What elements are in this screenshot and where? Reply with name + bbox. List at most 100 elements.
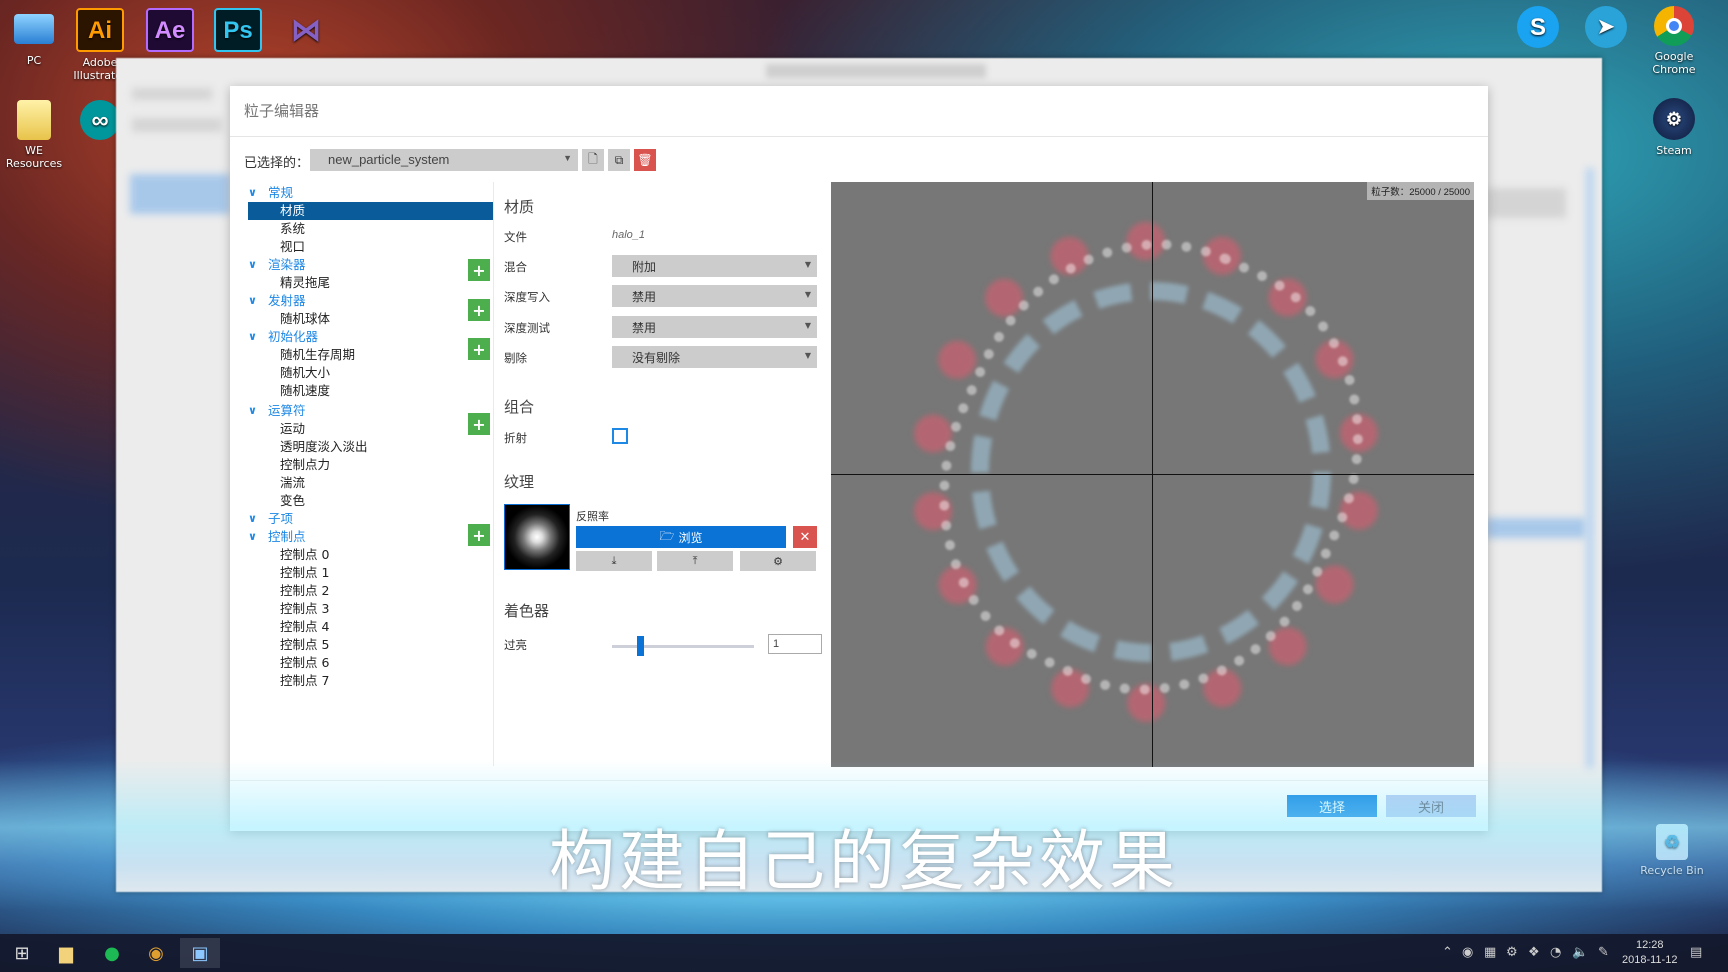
tree-item-random-size[interactable]: 随机大小: [248, 364, 493, 382]
desktop-icon-visualstudio[interactable]: ⋈: [268, 8, 344, 56]
chevron-down-icon: ▼: [563, 153, 572, 163]
tree-item-material[interactable]: 材质: [248, 202, 493, 220]
clear-texture-button[interactable]: ✕: [793, 526, 817, 548]
tree-item-random-sphere[interactable]: 随机球体: [248, 310, 493, 328]
tray-settings-icon[interactable]: ⚙: [1506, 945, 1518, 960]
new-system-button[interactable]: 🗋: [582, 149, 604, 171]
tree-item-control-point-2[interactable]: 控制点 2: [248, 582, 493, 600]
tree-item-color-change[interactable]: 变色: [248, 492, 493, 510]
start-button[interactable]: ⊞: [2, 938, 42, 968]
particle-preview-viewport[interactable]: 粒子数：25000 / 25000: [831, 182, 1474, 767]
depth-test-select[interactable]: 禁用 ▼: [612, 316, 817, 338]
plus-icon: +: [472, 414, 486, 434]
overbright-slider[interactable]: [612, 636, 754, 656]
copy-icon: ⧉: [614, 152, 624, 167]
tree-category-label: 控制点: [268, 529, 306, 544]
tray-dropbox-icon[interactable]: ❖: [1528, 945, 1540, 960]
tree-category-initializers[interactable]: ∨ 初始化器: [248, 328, 493, 346]
add-initializer-button[interactable]: +: [468, 338, 490, 360]
tree-item-label: 控制点 6: [280, 655, 330, 670]
chevron-down-icon: ▼: [804, 321, 811, 330]
taskbar-wallpaper-engine[interactable]: ▣: [180, 938, 220, 968]
add-emitter-button[interactable]: +: [468, 299, 490, 321]
tree-item-sprite-trail[interactable]: 精灵拖尾: [248, 274, 493, 292]
tree-category-control-points[interactable]: ∨ 控制点: [248, 528, 493, 546]
volume-icon[interactable]: 🔈: [1572, 945, 1588, 960]
windows-icon: ⊞: [14, 942, 30, 964]
taskbar-file-explorer[interactable]: ▆: [46, 938, 86, 968]
chrome-icon: ◉: [148, 942, 164, 964]
tree-category-operators[interactable]: ∨ 运算符: [248, 402, 493, 420]
pen-icon[interactable]: ✎: [1598, 945, 1609, 960]
texture-settings-button[interactable]: ⚙: [740, 551, 816, 571]
tree-item-label: 随机速度: [280, 383, 331, 398]
trash-icon: 🗑: [637, 153, 653, 167]
desktop-icon-aftereffects[interactable]: Ae: [132, 8, 208, 56]
tree-item-turbulence[interactable]: 湍流: [248, 474, 493, 492]
desktop-icon-steam[interactable]: ⚙ Steam: [1636, 98, 1712, 157]
tree-item-label: 材质: [280, 203, 306, 218]
tree-category-renderers[interactable]: ∨ 渲染器: [248, 256, 493, 274]
tray-app-icon[interactable]: ▦: [1484, 945, 1496, 960]
tree-category-emitters[interactable]: ∨ 发射器: [248, 292, 493, 310]
add-renderer-button[interactable]: +: [468, 259, 490, 281]
desktop-icon-label: Google Chrome: [1652, 50, 1696, 76]
desktop-icon-telegram[interactable]: ➤: [1568, 6, 1644, 52]
chevron-down-icon: ∨: [248, 404, 257, 417]
blend-select[interactable]: 附加 ▼: [612, 255, 817, 277]
tree-category-label: 子项: [268, 511, 294, 526]
desktop-icon-skype[interactable]: S: [1500, 6, 1576, 52]
browse-button[interactable]: 🗁 浏览: [576, 526, 786, 548]
tree-item-control-point-6[interactable]: 控制点 6: [248, 654, 493, 672]
combo-section-title: 组合: [504, 398, 535, 416]
tree-item-control-point-1[interactable]: 控制点 1: [248, 564, 493, 582]
component-tree: ∨ 常规 材质 系统 视口 ∨ 渲染器 精灵拖尾 ∨ 发射器 随机球体 ∨ 初始化器 随…: [248, 184, 493, 690]
add-operator-button[interactable]: +: [468, 413, 490, 435]
tray-overflow-chevron-icon[interactable]: ⌃: [1442, 945, 1453, 960]
depth-write-select[interactable]: 禁用 ▼: [612, 285, 817, 307]
tree-item-system[interactable]: 系统: [248, 220, 493, 238]
tree-item-control-point-7[interactable]: 控制点 7: [248, 672, 493, 690]
add-child-button[interactable]: +: [468, 524, 490, 546]
tree-item-label: 湍流: [280, 475, 306, 490]
tree-item-label: 控制点 0: [280, 547, 330, 562]
export-texture-button[interactable]: ⤒: [657, 551, 733, 571]
clock[interactable]: 12:28 2018-11-12: [1622, 938, 1677, 968]
import-texture-button[interactable]: ⤓: [576, 551, 652, 571]
cull-select[interactable]: 没有剔除 ▼: [612, 346, 817, 368]
desktop-icon-photoshop[interactable]: Ps: [200, 8, 276, 56]
footer-divider: [230, 780, 1488, 781]
particle-system-select[interactable]: new_particle_system ▼: [310, 149, 578, 171]
tree-item-random-lifetime[interactable]: 随机生存周期: [248, 346, 493, 364]
tray-steam-icon[interactable]: ◉: [1462, 945, 1473, 960]
tree-item-control-point-force[interactable]: 控制点力: [248, 456, 493, 474]
refract-checkbox[interactable]: [612, 428, 628, 444]
chevron-down-icon: ∨: [248, 530, 257, 543]
tree-item-random-velocity[interactable]: 随机速度: [248, 382, 493, 400]
texture-preview[interactable]: [504, 504, 570, 570]
plus-icon: +: [472, 339, 486, 359]
monitor-gear-icon: ▣: [191, 942, 209, 964]
tree-item-viewport[interactable]: 视口: [248, 238, 493, 256]
tree-item-control-point-5[interactable]: 控制点 5: [248, 636, 493, 654]
tree-category-children[interactable]: ∨ 子项: [248, 510, 493, 528]
overbright-slider-thumb[interactable]: [637, 636, 645, 656]
tree-item-alpha-fade[interactable]: 透明度淡入淡出: [248, 438, 493, 456]
tree-category-label: 常规: [268, 185, 294, 200]
tree-item-control-point-0[interactable]: 控制点 0: [248, 546, 493, 564]
overbright-input[interactable]: [768, 634, 822, 654]
plus-icon: +: [472, 260, 486, 280]
notifications-icon[interactable]: ▤: [1690, 945, 1702, 960]
tree-item-control-point-3[interactable]: 控制点 3: [248, 600, 493, 618]
telegram-icon: ➤: [1585, 6, 1627, 48]
wifi-icon[interactable]: ◔: [1550, 945, 1561, 960]
copy-system-button[interactable]: ⧉: [608, 149, 630, 171]
tree-item-control-point-4[interactable]: 控制点 4: [248, 618, 493, 636]
tree-category-general[interactable]: ∨ 常规: [248, 184, 493, 202]
taskbar-spotify[interactable]: ●: [92, 938, 132, 968]
tree-item-movement[interactable]: 运动: [248, 420, 493, 438]
tree-item-label: 控制点 7: [280, 673, 330, 688]
taskbar-chrome[interactable]: ◉: [136, 938, 176, 968]
desktop-icon-chrome[interactable]: Google Chrome: [1636, 6, 1712, 76]
delete-system-button[interactable]: 🗑: [634, 149, 656, 171]
